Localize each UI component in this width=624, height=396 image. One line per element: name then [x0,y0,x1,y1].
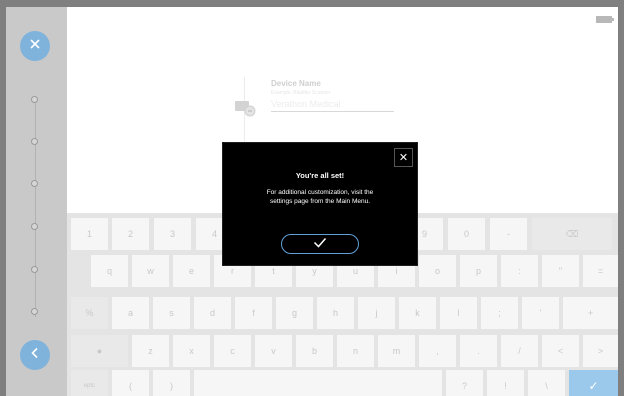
key[interactable]: m [378,335,415,367]
key[interactable]: / [501,335,538,367]
key[interactable]: 0 [448,218,485,250]
progress-step [31,180,38,187]
key[interactable]: b [296,335,333,367]
key[interactable]: h [317,297,354,329]
chevron-left-icon [29,346,41,364]
key[interactable]: l [440,297,477,329]
progress-step [31,308,38,315]
key[interactable]: n [337,335,374,367]
key[interactable]: o [419,255,456,287]
close-button[interactable] [20,31,50,61]
backspace-key[interactable]: ⌫ [532,218,612,250]
key[interactable]: " [542,255,579,287]
enter-key[interactable]: ✓ [569,370,618,396]
progress-step [31,138,38,145]
key[interactable]: 2 [112,218,149,250]
key[interactable]: k [399,297,436,329]
key[interactable]: z [132,335,169,367]
confirm-button[interactable] [281,234,359,254]
key[interactable]: . [460,335,497,367]
key[interactable]: ! [487,370,524,396]
key[interactable]: q [91,255,128,287]
device-name-label: Device Name [271,79,321,88]
key[interactable]: e [173,255,210,287]
setup-screen: Device Name Example: Bladder Scanner Ver… [6,7,618,396]
key[interactable]: p [460,255,497,287]
symbols-key[interactable]: eptc [71,370,108,396]
device-name-field[interactable]: Verathon Medical [271,97,394,112]
key[interactable]: f [235,297,272,329]
key[interactable]: + [563,297,618,329]
key[interactable]: c [214,335,251,367]
key[interactable]: = [583,255,618,287]
device-icon [234,98,256,118]
progress-step [31,266,38,273]
dialog-close-button[interactable]: ✕ [394,148,413,167]
key[interactable]: - [490,218,527,250]
progress-step [31,223,38,230]
key[interactable]: < [542,335,579,367]
dialog-title: You're all set! [295,171,345,180]
dialog-message: For additional customization, visit the … [266,189,374,205]
sidebar [6,7,67,396]
key[interactable]: v [255,335,292,367]
key[interactable]: : [501,255,538,287]
checkmark-icon [313,235,327,253]
key[interactable]: a [112,297,149,329]
space-key[interactable] [194,370,442,396]
key[interactable]: x [173,335,210,367]
close-icon [29,37,41,55]
key[interactable]: , [419,335,456,367]
back-button[interactable] [20,340,50,370]
key[interactable]: s [153,297,190,329]
key[interactable]: 1 [71,218,108,250]
progress-step [31,96,38,103]
key[interactable]: ) [153,370,190,396]
key[interactable]: w [132,255,169,287]
key[interactable]: ? [446,370,483,396]
key[interactable]: ' [522,297,559,329]
key[interactable]: g [276,297,313,329]
completion-dialog: ✕ You're all set! For additional customi… [222,142,418,266]
shift-key[interactable]: ● [71,335,128,367]
key[interactable]: d [194,297,231,329]
key[interactable]: j [358,297,395,329]
battery-icon [596,16,614,23]
key[interactable]: 3 [154,218,191,250]
key[interactable]: > [583,335,618,367]
key[interactable]: \ [528,370,565,396]
device-name-hint: Example: Bladder Scanner [271,90,331,96]
key[interactable]: % [71,297,108,329]
key[interactable]: ( [112,370,149,396]
progress-line [35,97,36,317]
key[interactable]: ; [481,297,518,329]
